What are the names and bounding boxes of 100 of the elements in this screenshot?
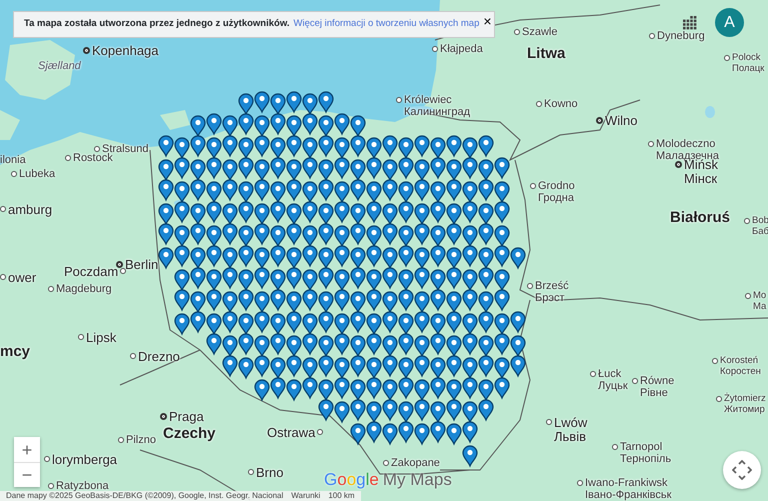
- map-pin-icon[interactable]: [270, 157, 286, 179]
- map-pin-icon[interactable]: [478, 379, 494, 401]
- map-pin-icon[interactable]: [462, 377, 478, 399]
- map-pin-icon[interactable]: [366, 269, 382, 291]
- map-pin-icon[interactable]: [350, 379, 366, 401]
- map-pin-icon[interactable]: [366, 289, 382, 311]
- map-pin-icon[interactable]: [446, 179, 462, 201]
- map-pin-icon[interactable]: [270, 137, 286, 159]
- map-pin-icon[interactable]: [430, 181, 446, 203]
- map-pin-icon[interactable]: [510, 311, 526, 333]
- map-pin-icon[interactable]: [478, 355, 494, 377]
- map-pin-icon[interactable]: [238, 181, 254, 203]
- map-pin-icon[interactable]: [334, 269, 350, 291]
- map-pin-icon[interactable]: [494, 245, 510, 267]
- map-pin-icon[interactable]: [350, 399, 366, 421]
- map-pin-icon[interactable]: [238, 201, 254, 223]
- map-pin-icon[interactable]: [190, 223, 206, 245]
- map-pin-icon[interactable]: [382, 203, 398, 225]
- map-pin-icon[interactable]: [222, 203, 238, 225]
- map-pin-icon[interactable]: [190, 267, 206, 289]
- map-pin-icon[interactable]: [222, 223, 238, 245]
- map-pin-icon[interactable]: [302, 93, 318, 115]
- map-pin-icon[interactable]: [382, 267, 398, 289]
- map-pin-icon[interactable]: [254, 179, 270, 201]
- map-pin-icon[interactable]: [398, 289, 414, 311]
- map-pin-icon[interactable]: [174, 181, 190, 203]
- map-pin-icon[interactable]: [334, 313, 350, 335]
- map-pin-icon[interactable]: [462, 157, 478, 179]
- map-pin-icon[interactable]: [318, 91, 334, 113]
- map-pin-icon[interactable]: [158, 159, 174, 181]
- map-pin-icon[interactable]: [302, 357, 318, 379]
- map-pin-icon[interactable]: [494, 225, 510, 247]
- map-pin-icon[interactable]: [270, 113, 286, 135]
- map-pin-icon[interactable]: [318, 379, 334, 401]
- map-pin-icon[interactable]: [334, 289, 350, 311]
- map-pin-icon[interactable]: [270, 93, 286, 115]
- map-pin-icon[interactable]: [174, 201, 190, 223]
- map-pin-icon[interactable]: [318, 399, 334, 421]
- terms-link[interactable]: Warunki: [291, 491, 320, 501]
- account-avatar[interactable]: A: [715, 8, 744, 37]
- map-pin-icon[interactable]: [222, 311, 238, 333]
- map-pin-icon[interactable]: [222, 135, 238, 157]
- map-pin-icon[interactable]: [190, 247, 206, 269]
- map-pin-icon[interactable]: [430, 225, 446, 247]
- map-pin-icon[interactable]: [302, 137, 318, 159]
- map-pin-icon[interactable]: [302, 157, 318, 179]
- map-pin-icon[interactable]: [430, 421, 446, 443]
- map-pin-icon[interactable]: [318, 355, 334, 377]
- map-pin-icon[interactable]: [158, 203, 174, 225]
- map-pin-icon[interactable]: [302, 201, 318, 223]
- map-pin-icon[interactable]: [366, 201, 382, 223]
- map-pin-icon[interactable]: [350, 335, 366, 357]
- map-pin-icon[interactable]: [462, 357, 478, 379]
- map-pin-icon[interactable]: [382, 399, 398, 421]
- map-pin-icon[interactable]: [478, 291, 494, 313]
- map-pin-icon[interactable]: [334, 181, 350, 203]
- map-pin-icon[interactable]: [366, 245, 382, 267]
- map-pin-icon[interactable]: [318, 115, 334, 137]
- map-pin-icon[interactable]: [414, 291, 430, 313]
- map-pin-icon[interactable]: [414, 203, 430, 225]
- map-pin-icon[interactable]: [318, 291, 334, 313]
- map-pin-icon[interactable]: [254, 291, 270, 313]
- map-pin-icon[interactable]: [190, 159, 206, 181]
- map-pin-icon[interactable]: [222, 115, 238, 137]
- map-pin-icon[interactable]: [254, 335, 270, 357]
- map-pin-icon[interactable]: [430, 357, 446, 379]
- map-pin-icon[interactable]: [446, 267, 462, 289]
- map-pin-icon[interactable]: [270, 357, 286, 379]
- map-pin-icon[interactable]: [302, 313, 318, 335]
- map-pin-icon[interactable]: [206, 289, 222, 311]
- map-pin-icon[interactable]: [190, 291, 206, 313]
- map-pin-icon[interactable]: [206, 201, 222, 223]
- map-pin-icon[interactable]: [462, 225, 478, 247]
- map-pin-icon[interactable]: [254, 379, 270, 401]
- map-pin-icon[interactable]: [238, 225, 254, 247]
- map-pin-icon[interactable]: [398, 201, 414, 223]
- map-pin-icon[interactable]: [446, 247, 462, 269]
- map-pin-icon[interactable]: [478, 135, 494, 157]
- map-pin-icon[interactable]: [478, 159, 494, 181]
- map-pin-icon[interactable]: [366, 313, 382, 335]
- map-pin-icon[interactable]: [430, 377, 446, 399]
- map-pin-icon[interactable]: [398, 181, 414, 203]
- map-pin-icon[interactable]: [510, 355, 526, 377]
- map-pin-icon[interactable]: [366, 181, 382, 203]
- map-pin-icon[interactable]: [334, 401, 350, 423]
- map-pin-icon[interactable]: [270, 333, 286, 355]
- map-pin-icon[interactable]: [174, 313, 190, 335]
- map-pin-icon[interactable]: [462, 333, 478, 355]
- map-pin-icon[interactable]: [174, 289, 190, 311]
- map-pin-icon[interactable]: [398, 225, 414, 247]
- map-pin-icon[interactable]: [286, 135, 302, 157]
- map-pin-icon[interactable]: [414, 335, 430, 357]
- fullscreen-button[interactable]: [723, 451, 761, 489]
- map-pin-icon[interactable]: [318, 223, 334, 245]
- map-pin-icon[interactable]: [158, 179, 174, 201]
- map-pin-icon[interactable]: [318, 311, 334, 333]
- map-pin-icon[interactable]: [494, 313, 510, 335]
- map-pin-icon[interactable]: [366, 137, 382, 159]
- map-pin-icon[interactable]: [254, 311, 270, 333]
- map-pin-icon[interactable]: [158, 223, 174, 245]
